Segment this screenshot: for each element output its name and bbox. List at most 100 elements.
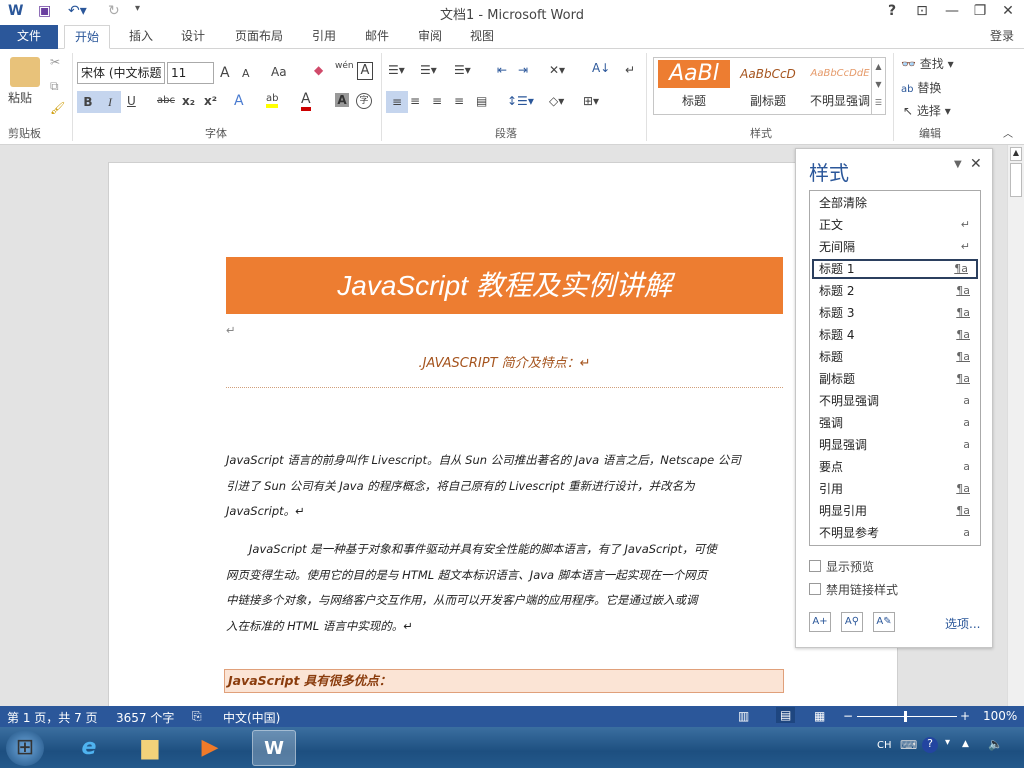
new-style-button[interactable]: A+ bbox=[809, 612, 831, 632]
heading-2-advantages[interactable]: JavaScript 具有很多优点： bbox=[224, 669, 784, 693]
font-color-button[interactable]: A bbox=[301, 91, 311, 111]
restore-button[interactable]: ❐ bbox=[968, 3, 992, 19]
asian-layout-icon[interactable]: ✕▾ bbox=[549, 63, 565, 77]
media-player-icon[interactable]: ▶ bbox=[191, 730, 229, 766]
increase-indent-icon[interactable]: ⇥ bbox=[518, 63, 528, 77]
tab-review[interactable]: 审阅 bbox=[408, 25, 452, 49]
replace-button[interactable]: ab 替换 bbox=[901, 79, 941, 96]
style-list-item[interactable]: 无间隔 ↵ bbox=[812, 237, 978, 257]
tab-file[interactable]: 文件 bbox=[0, 25, 58, 49]
style-list-item[interactable]: 强调 a bbox=[812, 413, 978, 433]
collapse-ribbon-icon[interactable]: ︿ bbox=[1003, 125, 1013, 140]
style-list-item[interactable]: 明显强调 a bbox=[812, 435, 978, 455]
paragraph-1[interactable]: JavaScript 语言的前身叫作 Livescript。自从 Sun 公司推… bbox=[226, 448, 741, 525]
minimize-button[interactable]: — bbox=[940, 3, 964, 19]
vertical-scrollbar[interactable]: ▲ bbox=[1007, 145, 1024, 706]
ime-options-icon[interactable]: ▾ bbox=[945, 737, 950, 748]
show-marks-icon[interactable]: ↵ bbox=[625, 63, 635, 77]
bullets-icon[interactable]: ☰▾ bbox=[388, 63, 405, 77]
document-title[interactable]: JavaScript 教程及实例讲解 bbox=[226, 257, 783, 314]
sort-icon[interactable]: A↓ bbox=[592, 61, 610, 75]
style-list-item[interactable]: 标题 4 ¶a bbox=[812, 325, 978, 345]
style-list-item[interactable]: 引用 ¶a bbox=[812, 479, 978, 499]
start-button[interactable]: ⊞ bbox=[6, 730, 44, 766]
gallery-scroll-buttons[interactable]: ▲ ▼ ☰ bbox=[871, 58, 885, 114]
copy-icon[interactable]: ⧉ bbox=[50, 79, 59, 94]
decrease-indent-icon[interactable]: ⇤ bbox=[497, 63, 507, 77]
options-link[interactable]: 选项... bbox=[945, 615, 980, 632]
style-inspector-button[interactable]: A⚲ bbox=[841, 612, 863, 632]
paste-icon[interactable] bbox=[10, 57, 40, 87]
explorer-icon[interactable]: ▆ bbox=[131, 730, 169, 766]
enclose-characters-button[interactable]: 字 bbox=[356, 93, 372, 109]
login-link[interactable]: 登录 bbox=[990, 25, 1014, 49]
tab-home[interactable]: 开始 bbox=[64, 25, 111, 49]
font-size-combo[interactable]: 11 bbox=[167, 62, 214, 84]
character-border-button[interactable]: A bbox=[357, 62, 373, 80]
cut-icon[interactable]: ✂ bbox=[50, 55, 60, 69]
disable-linked-styles-checkbox[interactable] bbox=[809, 583, 821, 595]
paragraph-2[interactable]: JavaScript 是一种基于对象和事件驱动并具有安全性能的脚本语言，有了 J… bbox=[226, 537, 717, 639]
italic-button[interactable]: I bbox=[99, 91, 121, 113]
show-preview-checkbox[interactable] bbox=[809, 560, 821, 572]
page-count[interactable]: 第 1 页，共 7 页 bbox=[7, 709, 98, 726]
format-painter-icon[interactable]: 🖌 bbox=[50, 101, 65, 115]
tab-insert[interactable]: 插入 bbox=[119, 25, 163, 49]
print-layout-icon[interactable]: ▤ bbox=[776, 707, 796, 723]
highlight-button[interactable]: ab bbox=[266, 93, 279, 108]
justify-icon[interactable]: ≡ bbox=[454, 94, 464, 108]
align-left-icon[interactable]: ≡ bbox=[386, 91, 408, 113]
subscript-button[interactable]: x₂ bbox=[182, 94, 195, 108]
style-list-item[interactable]: 要点 a bbox=[812, 457, 978, 477]
scroll-thumb[interactable] bbox=[1010, 163, 1022, 197]
web-layout-icon[interactable]: ▦ bbox=[814, 709, 825, 723]
style-subtitle[interactable]: AaBbCcD 副标题 bbox=[732, 60, 804, 112]
zoom-in-button[interactable]: + bbox=[960, 709, 970, 723]
zoom-slider[interactable] bbox=[857, 716, 957, 717]
character-shading-button[interactable]: A bbox=[335, 93, 349, 107]
ie-icon[interactable]: e bbox=[70, 730, 108, 766]
language[interactable]: 中文(中国) bbox=[223, 709, 280, 726]
style-subtle-emphasis[interactable]: AaBbCcDdE 不明显强调 bbox=[804, 60, 876, 112]
multilevel-list-icon[interactable]: ☰▾ bbox=[454, 63, 471, 77]
pane-close-icon[interactable]: ✕ bbox=[970, 156, 982, 172]
underline-button[interactable]: U bbox=[127, 94, 136, 108]
style-list-item[interactable]: 标题 3 ¶a bbox=[812, 303, 978, 323]
zoom-out-button[interactable]: − bbox=[843, 709, 853, 723]
style-title[interactable]: AaBl 标题 bbox=[658, 60, 730, 112]
bold-button[interactable]: B bbox=[77, 91, 99, 113]
style-list-item[interactable]: 标题 1 ¶a bbox=[812, 259, 978, 279]
tab-mailings[interactable]: 邮件 bbox=[355, 25, 399, 49]
tab-view[interactable]: 视图 bbox=[460, 25, 504, 49]
phonetic-guide-button[interactable]: wén bbox=[335, 61, 354, 71]
style-list-item[interactable]: 标题 ¶a bbox=[812, 347, 978, 367]
strikethrough-button[interactable]: abc bbox=[157, 95, 175, 106]
document-subtitle[interactable]: .JAVASCRIPT 简介及特点：↵ bbox=[226, 352, 783, 388]
find-button[interactable]: 👓 查找 ▾ bbox=[901, 55, 954, 72]
ribbon-display-options-button[interactable]: ⊡ bbox=[910, 3, 934, 19]
scroll-up-button[interactable]: ▲ bbox=[1010, 147, 1022, 161]
change-case-button[interactable]: Aa bbox=[271, 65, 287, 79]
volume-icon[interactable]: 🔈 bbox=[988, 737, 1003, 751]
close-button[interactable]: ✕ bbox=[996, 3, 1020, 19]
style-list-item[interactable]: 不明显强调 a bbox=[812, 391, 978, 411]
font-name-combo[interactable]: 宋体 (中文标题 bbox=[77, 62, 165, 84]
style-list-item[interactable]: 不明显参考 a bbox=[812, 523, 978, 543]
show-hidden-icons[interactable]: ▲ bbox=[962, 739, 969, 749]
select-button[interactable]: ↖ 选择 ▾ bbox=[903, 102, 951, 119]
pane-options-icon[interactable]: ▼ bbox=[954, 159, 962, 170]
superscript-button[interactable]: x² bbox=[204, 94, 217, 108]
tab-design[interactable]: 设计 bbox=[171, 25, 215, 49]
help-button[interactable]: ? bbox=[880, 3, 904, 19]
style-list-item[interactable]: 明显引用 ¶a bbox=[812, 501, 978, 521]
style-list-item[interactable]: 正文 ↵ bbox=[812, 215, 978, 235]
manage-styles-button[interactable]: A✎ bbox=[873, 612, 895, 632]
shading-icon[interactable]: ◇▾ bbox=[549, 94, 564, 108]
shrink-font-button[interactable]: A bbox=[242, 67, 250, 80]
distributed-icon[interactable]: ▤ bbox=[476, 94, 487, 108]
zoom-slider-thumb[interactable] bbox=[904, 711, 907, 722]
help-tray-icon[interactable]: ? bbox=[922, 737, 938, 753]
read-mode-icon[interactable]: ▥ bbox=[738, 709, 749, 723]
numbering-icon[interactable]: ☰▾ bbox=[420, 63, 437, 77]
proofing-icon[interactable]: ⎘ bbox=[192, 709, 202, 724]
